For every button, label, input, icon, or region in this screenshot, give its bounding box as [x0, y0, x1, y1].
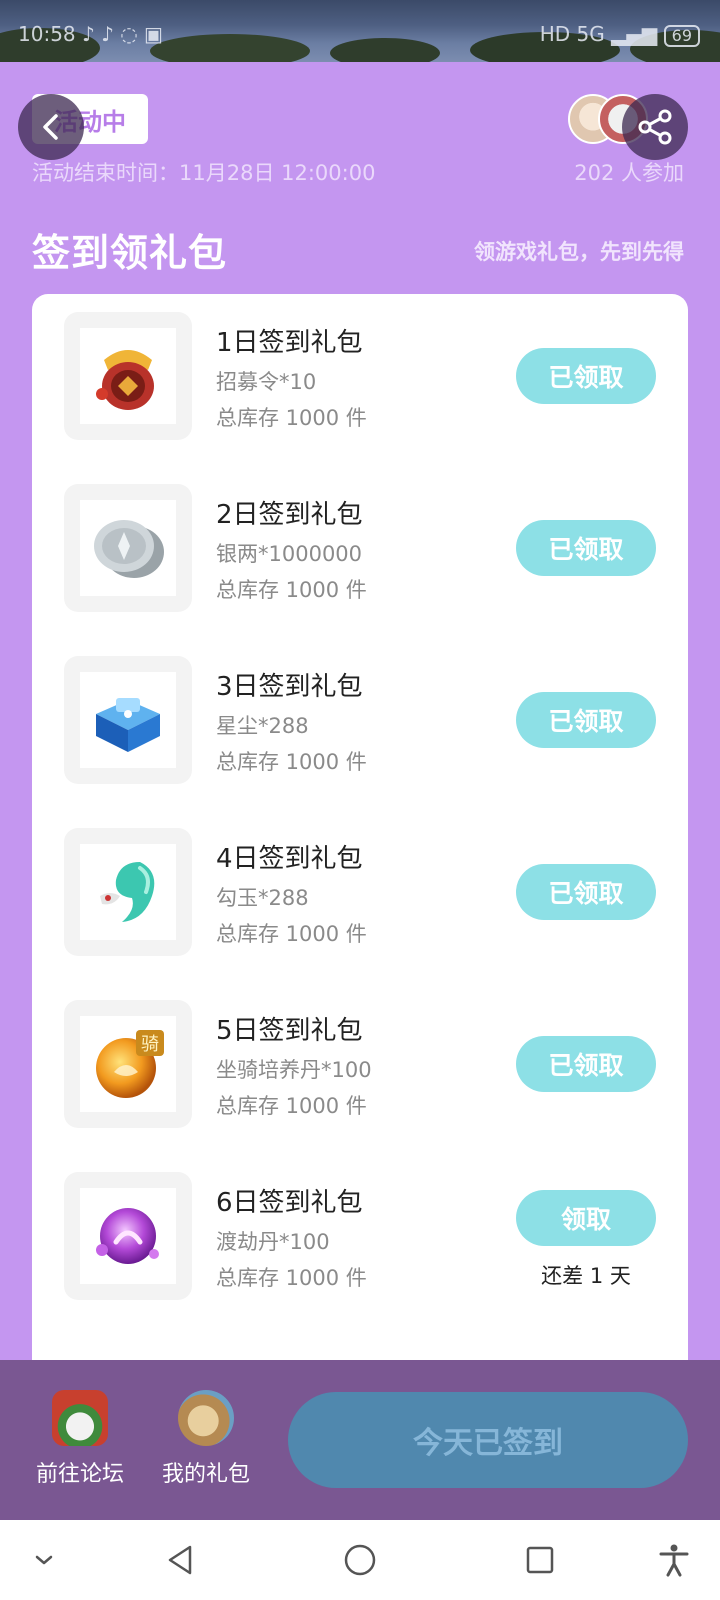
- nav-home-button[interactable]: [338, 1538, 382, 1582]
- svg-text:骑: 骑: [141, 1034, 159, 1055]
- days-remaining: 还差 1 天: [541, 1264, 631, 1288]
- gift-item: 勾玉*288: [216, 886, 309, 910]
- gift-stock: 总库存 1000 件: [216, 922, 367, 946]
- triangle-back-icon: [168, 1545, 192, 1575]
- accessibility-button[interactable]: [652, 1538, 696, 1582]
- gift-name: 5日签到礼包: [216, 1016, 363, 1046]
- claimed-button[interactable]: 已领取: [516, 348, 656, 404]
- mount-pill-icon: 骑: [96, 1030, 164, 1098]
- list-item: 4日签到礼包 勾玉*288 总库存 1000 件 已领取: [32, 828, 688, 956]
- gift-dog-icon: [178, 1390, 234, 1446]
- gift-stock: 总库存 1000 件: [216, 1094, 367, 1118]
- gift-item: 星尘*288: [216, 714, 309, 738]
- list-item: 骑 5日签到礼包 坐骑培养丹*100 总库存 1000 件 已领取: [32, 1000, 688, 1128]
- gift-name: 6日签到礼包: [216, 1188, 363, 1218]
- game-forum-icon: [52, 1390, 108, 1446]
- participant-count: 202 人参加: [574, 161, 684, 185]
- gift-name: 3日签到礼包: [216, 672, 363, 702]
- gift-list: 1日签到礼包 招募令*10 总库存 1000 件 已领取 2日签到礼包 银两*1…: [32, 294, 688, 1364]
- gift-item: 银两*1000000: [216, 542, 363, 566]
- section-subtitle: 领游戏礼包，先到先得: [474, 240, 684, 264]
- section-title: 签到领礼包: [32, 231, 228, 275]
- gift-thumbnail: 骑: [64, 1000, 192, 1128]
- share-button[interactable]: [622, 94, 688, 160]
- gift-stock: 总库存 1000 件: [216, 406, 367, 430]
- token-bag-icon: [96, 350, 154, 410]
- status-bar: 10:58 ♪ ♪ ◌ ▣ HD 5G ▂▄▆ 69: [0, 0, 720, 62]
- claimed-button[interactable]: 已领取: [516, 1036, 656, 1092]
- gift-stock: 总库存 1000 件: [216, 750, 367, 774]
- list-item: 2日签到礼包 银两*1000000 总库存 1000 件 已领取: [32, 484, 688, 612]
- back-button[interactable]: [18, 94, 84, 160]
- forum-label: 前往论坛: [35, 1462, 124, 1487]
- gift-thumbnail: [64, 1172, 192, 1300]
- my-gifts-link[interactable]: 我的礼包: [156, 1390, 256, 1488]
- gift-item: 渡劫丹*100: [216, 1230, 330, 1254]
- silver-coin-icon: [94, 520, 164, 578]
- gift-stock: 总库存 1000 件: [216, 1266, 367, 1290]
- nav-back-button[interactable]: [158, 1538, 202, 1582]
- accessibility-icon: [659, 1544, 689, 1577]
- forum-link[interactable]: 前往论坛: [30, 1390, 130, 1488]
- list-item: 6日签到礼包 渡劫丹*100 总库存 1000 件 领取 还差 1 天: [32, 1172, 688, 1300]
- chevron-left-icon: [43, 114, 58, 140]
- gift-stock: 总库存 1000 件: [216, 578, 367, 602]
- claimed-button[interactable]: 已领取: [516, 520, 656, 576]
- collapse-button[interactable]: [22, 1538, 66, 1582]
- list-item: 3日签到礼包 星尘*288 总库存 1000 件 已领取: [32, 656, 688, 784]
- my-gifts-label: 我的礼包: [161, 1462, 250, 1487]
- gift-thumbnail: [64, 484, 192, 612]
- gift-thumbnail: [64, 828, 192, 956]
- system-nav-bar: [0, 1520, 720, 1600]
- claim-button[interactable]: 领取: [516, 1190, 656, 1246]
- chevron-down-icon: [35, 1555, 53, 1565]
- gift-name: 2日签到礼包: [216, 500, 363, 530]
- checkin-button[interactable]: 今天已签到: [288, 1392, 688, 1488]
- gift-item: 招募令*10: [216, 370, 317, 394]
- nav-recents-button[interactable]: [518, 1538, 562, 1582]
- list-item: 1日签到礼包 招募令*10 总库存 1000 件 已领取: [32, 312, 688, 440]
- status-time: 10:58 ♪ ♪ ◌ ▣: [18, 22, 163, 46]
- gift-thumbnail: [64, 656, 192, 784]
- end-time: 活动结束时间：11月28日 12:00:00: [32, 161, 376, 185]
- jade-magatama-icon: [100, 862, 155, 922]
- gift-thumbnail: [64, 312, 192, 440]
- share-icon: [638, 109, 672, 145]
- gift-item: 坐骑培养丹*100: [216, 1058, 372, 1082]
- tribulation-pill-icon: [96, 1208, 159, 1264]
- claimed-button[interactable]: 已领取: [516, 864, 656, 920]
- battery-icon: 69: [663, 24, 700, 47]
- status-indicators: HD 5G ▂▄▆ 69: [540, 22, 700, 47]
- claimed-button[interactable]: 已领取: [516, 692, 656, 748]
- square-recents-icon: [526, 1546, 554, 1574]
- star-chest-icon: [96, 698, 160, 752]
- circle-home-icon: [344, 1544, 376, 1576]
- gift-name: 1日签到礼包: [216, 328, 363, 358]
- gift-name: 4日签到礼包: [216, 844, 363, 874]
- bottom-action-bar: 前往论坛 我的礼包 今天已签到: [0, 1360, 720, 1520]
